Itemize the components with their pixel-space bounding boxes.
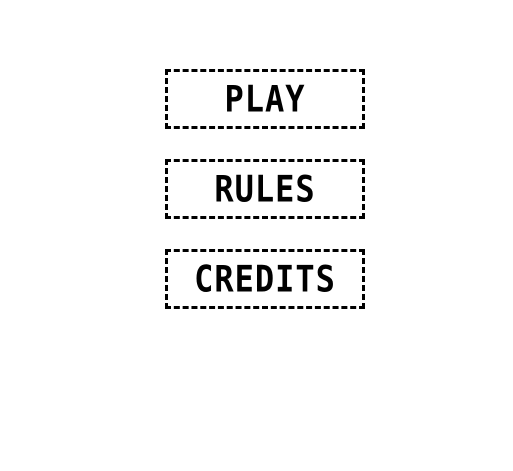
credits-button-label: CREDITS — [194, 257, 336, 301]
rules-button[interactable]: RULES — [165, 159, 365, 219]
main-menu: PLAY RULES CREDITS — [165, 69, 365, 309]
play-button-label: PLAY — [224, 77, 306, 121]
rules-button-label: RULES — [214, 167, 316, 211]
credits-button[interactable]: CREDITS — [165, 249, 365, 309]
play-button[interactable]: PLAY — [165, 69, 365, 129]
